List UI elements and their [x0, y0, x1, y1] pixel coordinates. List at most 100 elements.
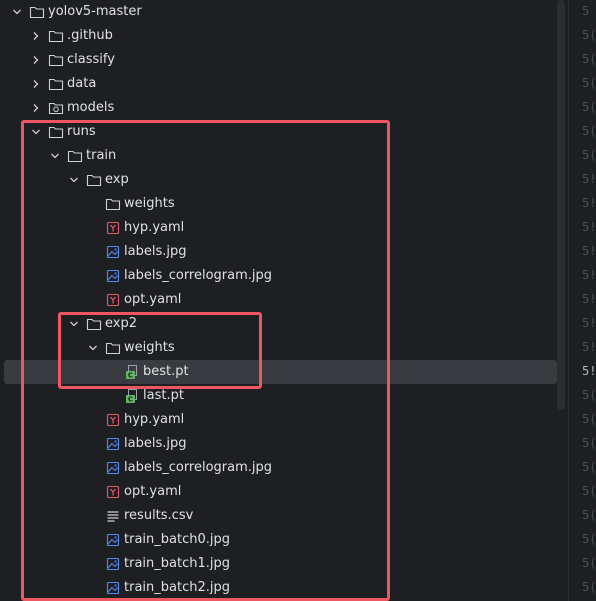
pt-file-icon: C [124, 364, 140, 380]
folder-icon [48, 28, 64, 44]
tree-folder-row[interactable]: classify [0, 48, 568, 72]
line-number: 5! [582, 196, 596, 210]
chevron-down-icon[interactable] [47, 148, 63, 164]
tree-folder-row[interactable]: models [0, 96, 568, 120]
line-number: 5( [582, 76, 596, 90]
tree-item-label: runs [67, 124, 96, 139]
yaml-file-icon [105, 484, 121, 500]
line-number: 5! [582, 172, 596, 186]
tree-item-label: yolov5-master [48, 4, 142, 19]
tree-file-row[interactable]: labels_correlogram.jpg [0, 456, 568, 480]
tree-folder-row[interactable]: weights [0, 192, 568, 216]
line-number: 5( [582, 412, 596, 426]
image-file-icon [105, 556, 121, 572]
tree-item-label: opt.yaml [124, 292, 182, 307]
image-file-icon [105, 436, 121, 452]
pt-file-icon: C [124, 388, 140, 404]
tree-file-row[interactable]: opt.yaml [0, 288, 568, 312]
package-folder-icon [48, 100, 64, 116]
chevron-right-icon[interactable] [28, 76, 44, 92]
tree-file-row[interactable]: Cbest.pt [4, 360, 557, 384]
tree-file-row[interactable]: opt.yaml [0, 480, 568, 504]
tree-item-label: labels.jpg [124, 436, 187, 451]
line-number: 5! [582, 220, 596, 234]
tree-item-label: best.pt [143, 364, 189, 379]
tree-item-label: models [67, 100, 115, 115]
tree-item-label: last.pt [143, 388, 184, 403]
yaml-file-icon [105, 220, 121, 236]
tree-item-label: hyp.yaml [124, 412, 185, 427]
tree-file-row[interactable]: train_batch1.jpg [0, 552, 568, 576]
tree-item-label: data [67, 76, 97, 91]
tree-item-label: labels_correlogram.jpg [124, 268, 273, 283]
line-number: 5! [582, 268, 596, 282]
folder-icon [86, 172, 102, 188]
tree-folder-row[interactable]: exp [0, 168, 568, 192]
tree-item-label: .github [67, 28, 113, 43]
tree-file-row[interactable]: hyp.yaml [0, 408, 568, 432]
tree-file-row[interactable]: train_batch0.jpg [0, 528, 568, 552]
tree-file-row[interactable]: results.csv [0, 504, 568, 528]
line-number: 5 [582, 4, 590, 18]
folder-icon [29, 4, 45, 20]
tree-folder-row[interactable]: .github [0, 24, 568, 48]
folder-icon [48, 52, 64, 68]
tree-item-label: weights [124, 196, 175, 211]
chevron-down-icon[interactable] [66, 172, 82, 188]
tree-file-row[interactable]: train_batch2.jpg [0, 576, 568, 600]
folder-icon [86, 316, 102, 332]
tree-item-label: opt.yaml [124, 484, 182, 499]
image-file-icon [105, 532, 121, 548]
editor-gutter: 5 5(5(5(5(5(5(5! 5! 5! 5! 5! 5! 5! 5! 5! 5(5(5(5(5… [568, 0, 596, 601]
tree-folder-row[interactable]: weights [0, 336, 568, 360]
line-number: 5( [582, 436, 596, 450]
csv-file-icon [105, 508, 121, 524]
tree-item-label: weights [124, 340, 175, 355]
yaml-file-icon [105, 412, 121, 428]
chevron-down-icon[interactable] [66, 316, 82, 332]
tree-folder-row[interactable]: train [0, 144, 568, 168]
line-number: 5( [582, 124, 596, 138]
tree-item-label: exp [105, 172, 129, 187]
image-file-icon [105, 244, 121, 260]
project-tree: yolov5-master .github classify data models ru… [0, 0, 568, 601]
tree-folder-row[interactable]: yolov5-master [0, 0, 568, 24]
line-number: 5( [582, 556, 596, 570]
line-number: 5! [582, 364, 596, 378]
tree-folder-row[interactable]: exp2 [0, 312, 568, 336]
gutter-separator [568, 0, 569, 601]
chevron-down-icon[interactable] [9, 4, 25, 20]
line-number: 5! [582, 316, 596, 330]
chevron-right-icon[interactable] [28, 100, 44, 116]
tree-item-label: train_batch1.jpg [124, 556, 230, 571]
line-number: 5( [582, 484, 596, 498]
tree-scrollbar-thumb[interactable] [557, 0, 565, 410]
tree-file-row[interactable]: labels.jpg [0, 240, 568, 264]
folder-icon [67, 148, 83, 164]
svg-text:C: C [128, 372, 133, 380]
line-number: 5( [582, 508, 596, 522]
line-number: 5( [582, 52, 596, 66]
tree-item-label: labels.jpg [124, 244, 187, 259]
tree-item-label: train_batch2.jpg [124, 580, 230, 595]
chevron-down-icon[interactable] [85, 340, 101, 356]
line-number: 5( [582, 100, 596, 114]
tree-file-row[interactable]: labels_correlogram.jpg [0, 264, 568, 288]
line-number: 5! [582, 244, 596, 258]
chevron-down-icon[interactable] [28, 124, 44, 140]
folder-icon [48, 124, 64, 140]
line-number: 5( [582, 460, 596, 474]
tree-file-row[interactable]: labels.jpg [0, 432, 568, 456]
line-number: 5( [582, 580, 596, 594]
tree-file-row[interactable]: hyp.yaml [0, 216, 568, 240]
chevron-right-icon[interactable] [28, 28, 44, 44]
folder-icon [105, 196, 121, 212]
folder-icon [105, 340, 121, 356]
image-file-icon [105, 268, 121, 284]
tree-folder-row[interactable]: data [0, 72, 568, 96]
tree-item-label: train [86, 148, 117, 163]
tree-folder-row[interactable]: runs [0, 120, 568, 144]
chevron-right-icon[interactable] [28, 52, 44, 68]
line-number: 5( [582, 388, 596, 402]
tree-file-row[interactable]: Clast.pt [0, 384, 568, 408]
